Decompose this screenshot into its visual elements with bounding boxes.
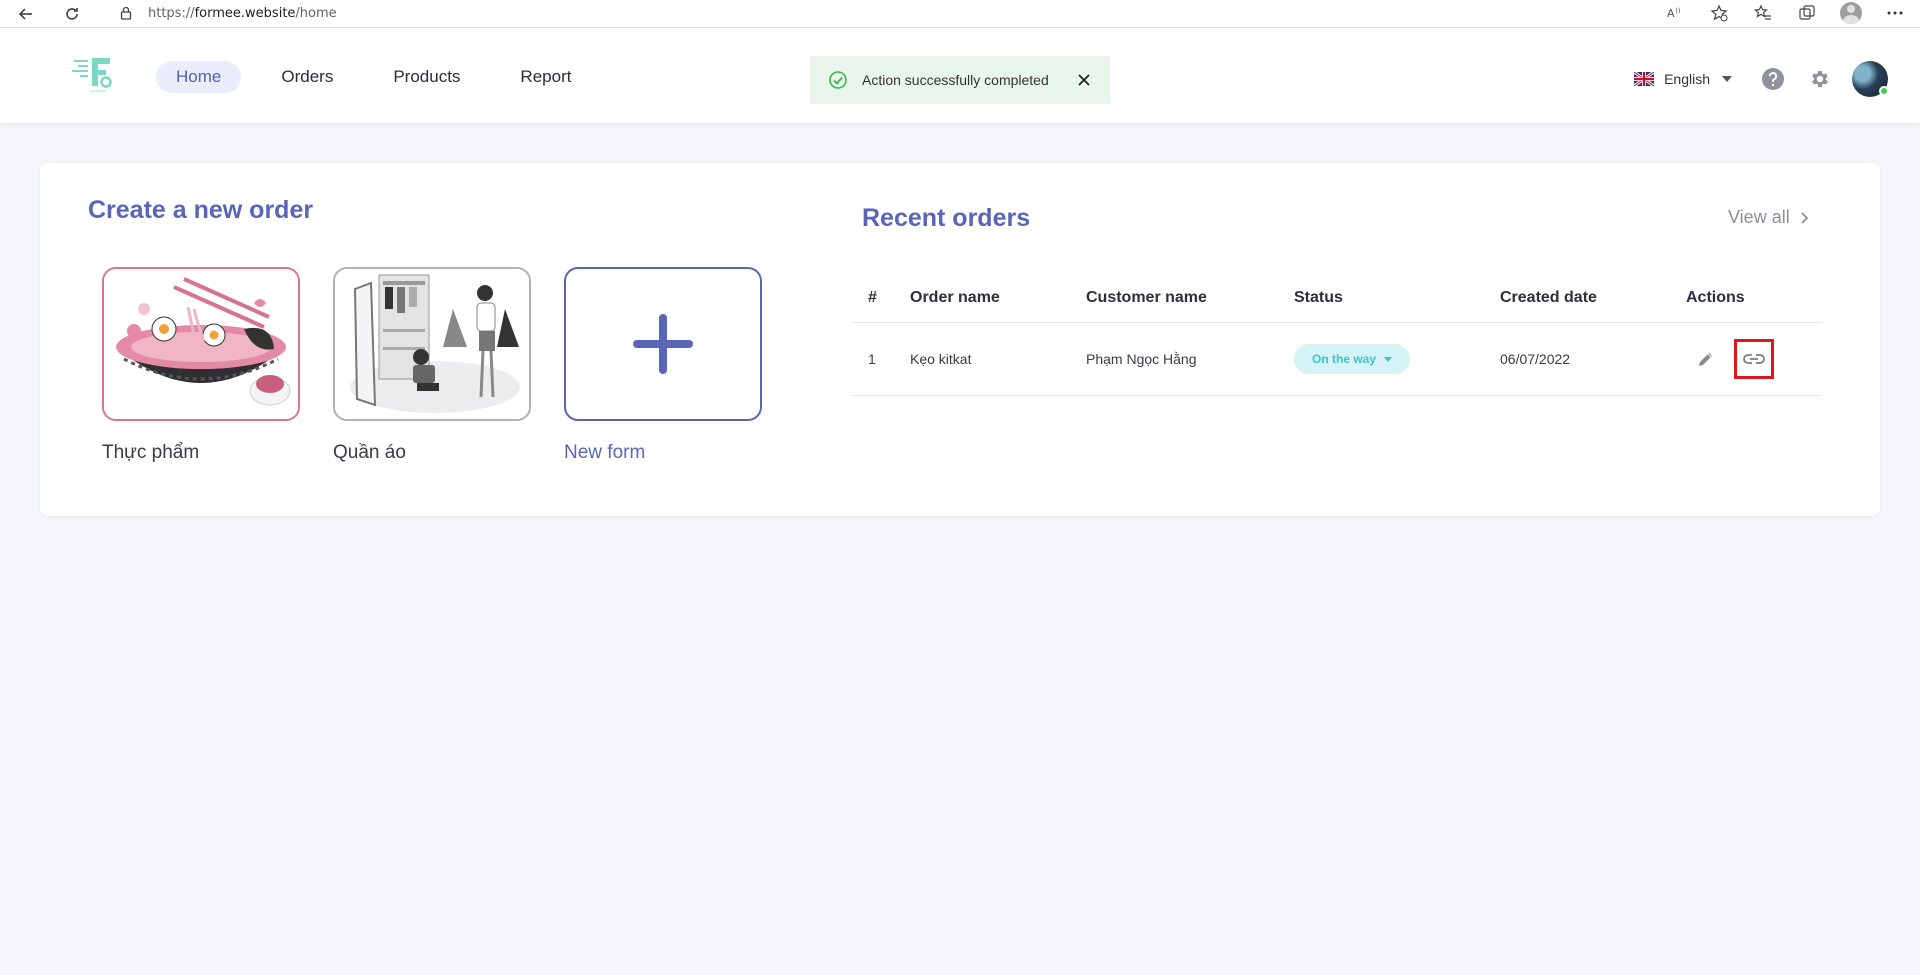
lock-icon (118, 5, 134, 21)
col-customer-name: Customer name (1086, 288, 1207, 306)
success-toast: Action successfully completed (810, 56, 1110, 104)
svg-text:)): )) (1675, 7, 1681, 15)
browser-actions: A)) (1662, 0, 1908, 26)
create-order-title: Create a new order (88, 196, 314, 224)
plus-icon (633, 314, 693, 374)
row-status-cell: On the way (1294, 344, 1500, 374)
nav-home[interactable]: Home (156, 61, 242, 93)
main-nav: Home Orders Products Report (156, 61, 591, 93)
col-order-name: Order name (910, 288, 1000, 306)
nav-products[interactable]: Products (373, 61, 480, 93)
reload-icon[interactable] (58, 2, 86, 26)
row-action-group (1686, 339, 1822, 379)
food-template-label[interactable]: Thực phẩm (102, 442, 199, 464)
app-header: Home Orders Products Report Action succe… (0, 28, 1920, 123)
row-created-date: 06/07/2022 (1500, 351, 1571, 367)
formee-logo[interactable] (70, 52, 118, 98)
clothes-template-tile[interactable] (333, 267, 531, 421)
gear-icon[interactable] (1806, 66, 1832, 92)
collections-icon[interactable] (1794, 0, 1820, 26)
add-favorite-icon[interactable] (1706, 0, 1732, 26)
clothes-template-label[interactable]: Quần áo (333, 442, 406, 464)
url-text: https://formee.website/home (148, 6, 337, 21)
view-all-link[interactable]: View all (1728, 207, 1810, 228)
profile-icon[interactable] (1838, 0, 1864, 26)
col-created-date: Created date (1500, 288, 1597, 306)
food-illustration (104, 269, 298, 419)
table-row[interactable]: 1 Kẹo kitkat Phạm Ngọc Hằng On the way 0… (852, 323, 1822, 396)
new-form-label[interactable]: New form (564, 442, 645, 464)
col-actions: Actions (1686, 288, 1745, 306)
col-index: # (868, 288, 877, 306)
online-status-dot (1879, 86, 1889, 96)
status-dropdown[interactable]: On the way (1294, 344, 1411, 374)
row-actions (1686, 339, 1822, 379)
language-label: English (1664, 71, 1710, 87)
recent-orders-title: Recent orders (862, 204, 1031, 232)
nav-report[interactable]: Report (500, 61, 591, 93)
more-menu-icon[interactable] (1882, 0, 1908, 26)
status-label: On the way (1312, 352, 1377, 366)
home-card: Create a new order Thực phẩm Quần áo New… (40, 163, 1880, 516)
url-scheme: https:// (148, 5, 195, 21)
back-arrow-icon[interactable] (12, 2, 40, 26)
view-all-label: View all (1728, 207, 1790, 227)
nav-orders[interactable]: Orders (261, 61, 353, 93)
svg-text:A: A (1667, 7, 1675, 20)
food-template-tile[interactable] (102, 267, 300, 421)
edit-pencil-icon[interactable] (1694, 347, 1718, 371)
new-form-tile[interactable] (564, 267, 762, 421)
copy-link-button[interactable] (1734, 339, 1774, 379)
browser-toolbar: https://formee.website/home A)) (0, 0, 1920, 28)
row-customer-name: Phạm Ngọc Hằng (1086, 351, 1197, 367)
chevron-right-icon (1801, 211, 1808, 224)
row-order-name: Kẹo kitkat (910, 351, 972, 367)
favorites-icon[interactable] (1750, 0, 1776, 26)
user-avatar[interactable] (1852, 61, 1889, 97)
uk-flag-icon (1634, 72, 1655, 86)
address-bar[interactable]: https://formee.website/home (102, 0, 1642, 26)
chevron-down-icon (1384, 356, 1393, 362)
toast-message: Action successfully completed (862, 72, 1049, 88)
col-status: Status (1294, 288, 1343, 306)
header-right: English (1634, 61, 1889, 97)
help-icon[interactable] (1760, 66, 1786, 92)
row-index: 1 (868, 351, 876, 367)
check-circle-icon (828, 70, 848, 90)
url-path: /home (295, 5, 337, 21)
url-domain: formee.website (194, 5, 296, 21)
clothes-illustration (335, 269, 529, 419)
table-header: # Order name Customer name Status Create… (852, 273, 1822, 323)
recent-orders-table: # Order name Customer name Status Create… (852, 273, 1822, 396)
chevron-down-icon (1722, 76, 1732, 82)
close-icon[interactable] (1074, 70, 1094, 90)
link-icon (1743, 354, 1765, 364)
language-selector[interactable]: English (1634, 71, 1732, 87)
read-aloud-icon[interactable]: A)) (1662, 0, 1688, 26)
